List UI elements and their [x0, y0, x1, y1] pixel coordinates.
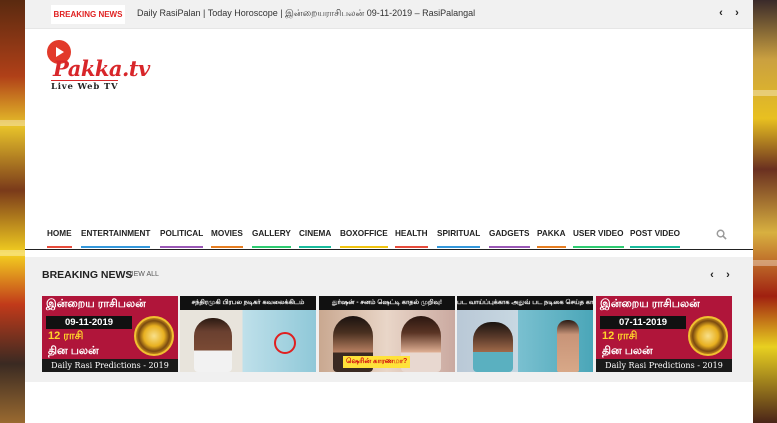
card-footer: Daily Rasi Predictions - 2019: [596, 359, 732, 372]
person-image: [194, 318, 232, 372]
right-side-banner[interactable]: [753, 0, 777, 423]
news-ticker-headline[interactable]: Daily RasiPalan | Today Horoscope | இன்ற…: [137, 8, 475, 20]
card-subtitle: 12 ராசி: [602, 330, 638, 342]
nav-movies[interactable]: MOVIES: [211, 229, 243, 248]
nav-spiritual[interactable]: SPIRITUAL: [437, 229, 481, 248]
search-icon[interactable]: [716, 229, 727, 240]
news-card-actress[interactable]: பட வாய்ப்புக்காக அதுவ் பட நடிகை செய்த கா…: [457, 296, 593, 372]
nav-gallery[interactable]: GALLERY: [252, 229, 291, 248]
breaking-news-badge: BREAKING NEWS: [51, 5, 125, 24]
news-card-rasi-2[interactable]: இன்றைய ராசிபலன் 07-11-2019 12 ராசி தின ப…: [596, 296, 732, 372]
nav-home[interactable]: HOME: [47, 229, 72, 248]
nav-user-video[interactable]: USER VIDEO: [573, 229, 624, 248]
card-caption: பட வாய்ப்புக்காக அதுவ் பட நடிகை செய்த கா…: [457, 296, 593, 310]
card-caption: துர்ஷன் - சனம் ஷெட்டி காதல் முறிவு!: [319, 296, 455, 310]
card-label: ஷெரின் காரணமா?: [343, 356, 411, 368]
card-date: 09-11-2019: [46, 316, 132, 329]
page-container: BREAKING NEWS Daily RasiPalan | Today Ho…: [25, 0, 753, 423]
carousel-next-button[interactable]: ›: [723, 269, 733, 281]
section-title: BREAKING NEWS: [42, 269, 133, 281]
nav-gadgets[interactable]: GADGETS: [489, 229, 530, 248]
carousel-prev-button[interactable]: ‹: [707, 269, 717, 281]
breaking-news-section: BREAKING NEWS VIEW ALL ‹ › இன்றைய ராசிபல…: [25, 257, 753, 382]
card-title: இன்றைய ராசிபலன்: [46, 298, 146, 310]
logo-tagline: Live Web TV: [51, 80, 119, 92]
card-date: 07-11-2019: [600, 316, 686, 329]
card-subtitle-2: தின பலன்: [602, 345, 653, 357]
ticker-next-button[interactable]: ›: [732, 7, 742, 19]
zodiac-wheel-icon: [688, 316, 728, 356]
ticker-prev-button[interactable]: ‹: [716, 7, 726, 19]
main-nav: HOME ENTERTAINMENT POLITICAL MOVIES GALL…: [25, 222, 753, 250]
person-image: [473, 322, 513, 372]
person-image: [557, 320, 579, 372]
logo-name: Pakka.tv: [53, 56, 150, 81]
nav-post-video[interactable]: POST VIDEO: [630, 229, 681, 248]
card-subtitle-2: தின பலன்: [48, 345, 99, 357]
nav-political[interactable]: POLITICAL: [160, 229, 204, 248]
left-side-banner[interactable]: [0, 0, 25, 423]
card-subtitle: 12 ராசி: [48, 330, 84, 342]
view-all-link[interactable]: VIEW ALL: [127, 271, 159, 278]
highlight-circle: [274, 332, 296, 354]
nav-boxoffice[interactable]: BOXOFFICE: [340, 229, 388, 248]
site-logo[interactable]: Pakka.tv Live Web TV: [47, 40, 150, 92]
news-card-couple[interactable]: துர்ஷன் - சனம் ஷெட்டி காதல் முறிவு! ஷெரி…: [319, 296, 455, 372]
top-bar: BREAKING NEWS Daily RasiPalan | Today Ho…: [25, 0, 753, 29]
news-card-rasi-1[interactable]: இன்றைய ராசிபலன் 09-11-2019 12 ராசி தின ப…: [42, 296, 178, 372]
nav-entertainment[interactable]: ENTERTAINMENT: [81, 229, 151, 248]
card-caption: சந்திரமுகி பிரபல நடிகர் கவலைக்கிடம்: [180, 296, 316, 310]
card-title: இன்றைய ராசிபலன்: [600, 298, 700, 310]
zodiac-wheel-icon: [134, 316, 174, 356]
news-card-actor[interactable]: சந்திரமுகி பிரபல நடிகர் கவலைக்கிடம்: [180, 296, 316, 372]
nav-pakka[interactable]: PAKKA: [537, 229, 566, 248]
nav-cinema[interactable]: CINEMA: [299, 229, 332, 248]
nav-health[interactable]: HEALTH: [395, 229, 428, 248]
card-footer: Daily Rasi Predictions - 2019: [42, 359, 178, 372]
